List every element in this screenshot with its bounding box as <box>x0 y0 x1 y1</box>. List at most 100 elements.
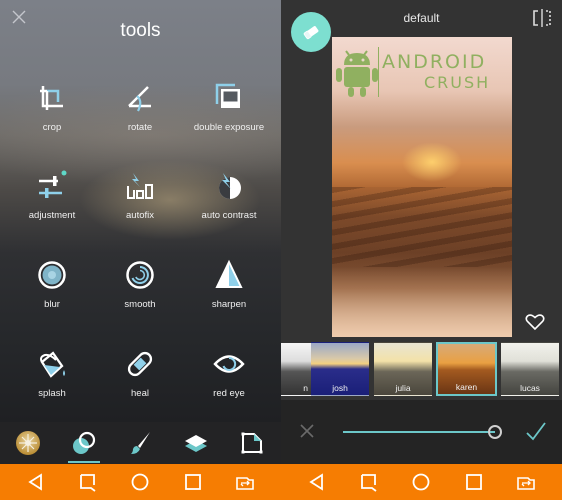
filter-thumb-karen[interactable]: karen <box>436 342 497 396</box>
compare-button[interactable] <box>531 9 553 27</box>
nav-home-button[interactable] <box>122 464 158 500</box>
filter-name: lucas <box>520 383 540 393</box>
tool-heal[interactable]: heal <box>93 348 187 399</box>
photo-sun <box>402 142 462 182</box>
double-exposure-icon <box>215 83 240 108</box>
tool-label: crop <box>42 122 62 133</box>
tool-red-eye[interactable]: red eye <box>182 348 276 399</box>
filter-thumb[interactable]: n <box>281 342 311 396</box>
heal-icon <box>127 351 153 377</box>
toolbar-effects[interactable] <box>0 422 56 464</box>
tool-auto-contrast[interactable]: auto contrast <box>182 170 276 221</box>
back-icon <box>28 473 42 491</box>
tool-adjustment[interactable]: adjustment <box>5 170 99 221</box>
tool-crop[interactable]: crop <box>5 82 99 133</box>
page-title: tools <box>120 20 161 41</box>
cancel-button[interactable] <box>298 422 316 440</box>
overview-icon <box>465 474 482 490</box>
filter-name: julia <box>395 383 411 393</box>
auto-contrast-icon <box>219 173 241 199</box>
watermark-line2: CRUSH <box>424 73 491 92</box>
effects-icon <box>16 431 40 455</box>
tool-smooth[interactable]: smooth <box>93 259 187 310</box>
blur-icon <box>38 261 66 289</box>
smooth-icon <box>126 261 154 289</box>
back-icon <box>309 473 323 491</box>
toolbar-brush[interactable] <box>112 422 168 464</box>
nav-search-button[interactable] <box>70 464 106 500</box>
red-eye-icon <box>213 355 245 373</box>
filter-screen: default ANDROID CRUSH n josh julia karen… <box>281 0 562 500</box>
tools-icon <box>73 431 96 454</box>
sharpen-icon <box>215 259 243 288</box>
eraser-icon <box>303 26 319 40</box>
watermark-divider <box>378 47 379 97</box>
tool-autofix[interactable]: autofix <box>93 170 187 221</box>
watermark: ANDROID CRUSH <box>332 43 512 103</box>
heart-icon <box>525 314 545 331</box>
nav-back-button[interactable] <box>299 464 335 500</box>
tool-label: blur <box>44 299 60 310</box>
strength-controls <box>281 400 562 464</box>
android-logo-icon <box>336 50 378 97</box>
tool-label: double exposure <box>193 122 265 133</box>
filter-strip[interactable]: n josh julia karen lucas <box>281 340 562 400</box>
strength-slider-track[interactable] <box>343 431 495 433</box>
check-icon <box>526 422 546 441</box>
tool-blur[interactable]: blur <box>5 259 99 310</box>
tool-splash[interactable]: splash <box>5 348 99 399</box>
filter-thumb-julia[interactable]: julia <box>374 342 432 396</box>
nav-switch-button[interactable] <box>508 464 544 500</box>
favorite-button[interactable] <box>525 313 545 331</box>
tool-sharpen[interactable]: sharpen <box>182 259 276 310</box>
search-square-icon <box>361 474 377 492</box>
nav-back-button[interactable] <box>18 464 54 500</box>
system-navbar <box>281 464 562 500</box>
tools-screen: tools crop rotate double exposure adjust… <box>0 0 281 500</box>
tool-label: adjustment <box>28 210 76 221</box>
brush-icon <box>131 432 150 454</box>
photo-grass <box>332 267 512 337</box>
watermark-line1: ANDROID <box>382 51 487 73</box>
overview-icon <box>184 474 201 490</box>
tool-rotate[interactable]: rotate <box>93 82 187 133</box>
eraser-button[interactable] <box>291 12 331 52</box>
autofix-icon <box>127 173 153 199</box>
filter-name: n <box>303 383 308 393</box>
sticker-icon <box>241 432 263 454</box>
crop-icon <box>40 86 63 110</box>
tool-label: splash <box>38 388 66 399</box>
strength-slider-thumb[interactable] <box>488 425 502 439</box>
layers-icon <box>185 435 207 452</box>
compare-icon <box>533 9 551 27</box>
nav-search-button[interactable] <box>351 464 387 500</box>
nav-overview-button[interactable] <box>456 464 492 500</box>
tool-label: red eye <box>213 388 245 399</box>
switch-apps-icon <box>517 477 535 490</box>
toolbar-sticker[interactable] <box>224 422 280 464</box>
tool-label: heal <box>131 388 149 399</box>
photo-road <box>332 187 512 267</box>
nav-switch-button[interactable] <box>227 464 263 500</box>
bottom-toolbar <box>0 422 281 464</box>
close-icon <box>300 424 314 438</box>
tool-label: auto contrast <box>201 210 257 221</box>
home-icon <box>132 473 149 491</box>
tool-label: sharpen <box>211 299 247 310</box>
tool-label: autofix <box>126 210 154 221</box>
adjustment-icon <box>39 170 67 198</box>
toolbar-layers[interactable] <box>168 422 224 464</box>
switch-apps-icon <box>236 477 254 490</box>
filter-thumb-lucas[interactable]: lucas <box>501 342 559 396</box>
nav-overview-button[interactable] <box>175 464 211 500</box>
splash-icon <box>40 351 65 378</box>
search-square-icon <box>80 474 96 492</box>
filter-thumb-josh[interactable]: josh <box>311 342 369 396</box>
tool-double-exposure[interactable]: double exposure <box>182 82 276 133</box>
filter-name: karen <box>455 382 478 392</box>
nav-home-button[interactable] <box>403 464 439 500</box>
rotate-icon <box>128 86 151 112</box>
toolbar-tools[interactable] <box>56 422 112 464</box>
photo-preview[interactable]: ANDROID CRUSH <box>332 37 512 337</box>
apply-button[interactable] <box>525 420 547 442</box>
